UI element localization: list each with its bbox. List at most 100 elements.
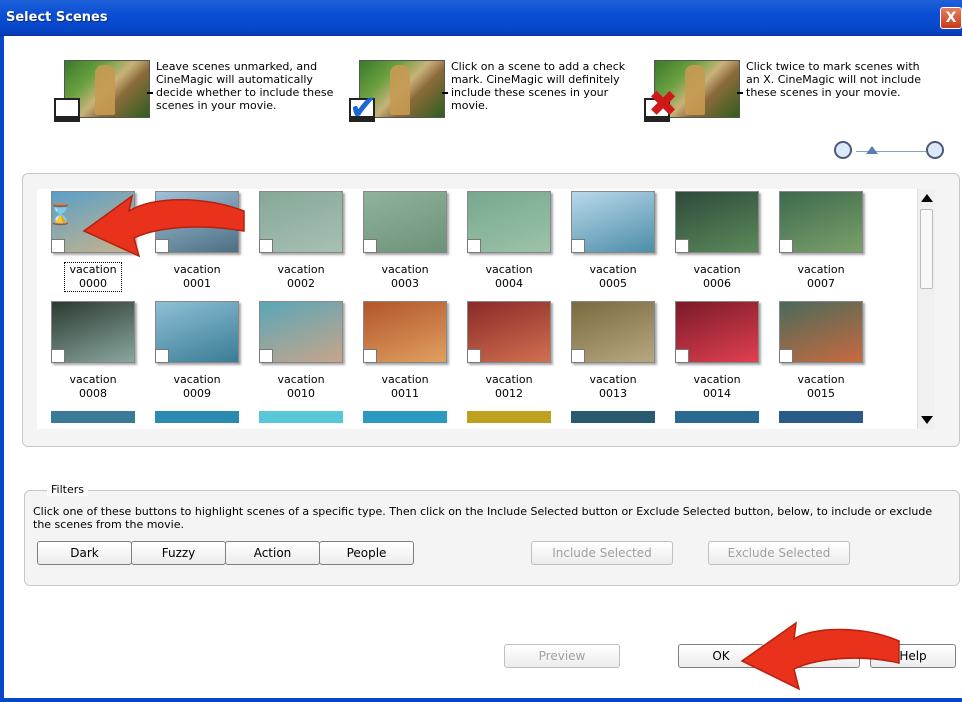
scene-item[interactable]: vacation 0014 (669, 301, 765, 407)
preview-button[interactable]: Preview (504, 644, 620, 668)
ok-button[interactable]: OK (678, 644, 764, 668)
scene-number: 0003 (391, 277, 419, 290)
scene-checkbox[interactable] (363, 349, 377, 363)
filter-fuzzy-button[interactable]: Fuzzy (131, 541, 226, 565)
scene-checkbox[interactable] (51, 349, 65, 363)
scene-number: 0013 (599, 387, 627, 400)
scene-number: 0000 (79, 277, 107, 290)
scene-thumbnail-partial[interactable] (779, 411, 863, 423)
scene-number: 0011 (391, 387, 419, 400)
scene-item[interactable]: vacation 0013 (565, 301, 661, 407)
scene-item[interactable]: vacation 0010 (253, 301, 349, 407)
dialog-body: Leave scenes unmarked, and CineMagic wil… (0, 36, 962, 702)
scene-name: vacation (797, 373, 845, 386)
scene-item[interactable]: vacation 0009 (149, 301, 245, 407)
scene-name: vacation (693, 373, 741, 386)
scene-label: vacation 0013 (565, 373, 661, 401)
scene-thumbnail-partial[interactable] (363, 411, 447, 423)
scene-item[interactable]: vacation 0015 (773, 301, 869, 407)
cancel-button[interactable]: Cancel (774, 644, 860, 668)
legend-excluded: ✖ Click twice to mark scenes with an X. … (642, 58, 942, 128)
scene-checkbox[interactable] (571, 349, 585, 363)
scene-item[interactable]: vacation 0007 (773, 191, 869, 297)
hourglass-icon: ⌛ (48, 202, 73, 226)
scene-item[interactable]: vacation 0005 (565, 191, 661, 297)
scene-number: 0005 (599, 277, 627, 290)
scene-name: vacation (69, 263, 117, 276)
zoom-in-icon[interactable] (926, 141, 944, 159)
scene-number: 0014 (703, 387, 731, 400)
scroll-up-icon[interactable] (921, 194, 933, 202)
exclude-selected-button[interactable]: Exclude Selected (708, 541, 850, 565)
help-button[interactable]: Help (870, 644, 956, 668)
scene-name: vacation (589, 263, 637, 276)
scene-label: vacation 0004 (461, 263, 557, 291)
scene-label: vacation 0011 (357, 373, 453, 401)
zoom-out-icon[interactable] (834, 141, 852, 159)
scene-checkbox[interactable] (675, 239, 689, 253)
scene-label: vacation 0005 (565, 263, 661, 291)
scene-checkbox[interactable] (155, 349, 169, 363)
legend-text: Leave scenes unmarked, and CineMagic wil… (156, 60, 334, 112)
scene-thumbnail-partial[interactable] (467, 411, 551, 423)
zoom-slider[interactable] (834, 141, 954, 161)
legend-thumbnail: ✔ (347, 58, 447, 128)
title-bar: Select Scenes X (0, 0, 962, 36)
scene-name: vacation (381, 373, 429, 386)
scene-checkbox[interactable] (571, 239, 585, 253)
filter-people-button[interactable]: People (319, 541, 414, 565)
scene-item[interactable]: vacation 0001 (149, 191, 245, 297)
scene-number: 0007 (807, 277, 835, 290)
scene-item[interactable]: vacation 0008 (45, 301, 141, 407)
scene-checkbox[interactable] (467, 349, 481, 363)
scene-number: 0008 (79, 387, 107, 400)
close-icon: X (945, 10, 957, 26)
scene-thumbnail-partial[interactable] (155, 411, 239, 423)
scene-label: vacation 0000 (64, 262, 122, 292)
window-title: Select Scenes (6, 10, 108, 25)
zoom-thumb[interactable] (866, 146, 878, 154)
scene-label: vacation 0006 (669, 263, 765, 291)
scene-thumbnail-partial[interactable] (675, 411, 759, 423)
scene-label: vacation 0007 (773, 263, 869, 291)
scene-item[interactable]: vacation 0011 (357, 301, 453, 407)
scene-thumbnail-partial[interactable] (571, 411, 655, 423)
scene-item[interactable]: vacation 0002 (253, 191, 349, 297)
scene-item[interactable]: vacation 0004 (461, 191, 557, 297)
scene-number: 0015 (807, 387, 835, 400)
scene-item[interactable]: vacation 0012 (461, 301, 557, 407)
scene-number: 0002 (287, 277, 315, 290)
scene-label: vacation 0009 (149, 373, 245, 401)
scene-name: vacation (485, 373, 533, 386)
close-button[interactable]: X (940, 7, 962, 29)
scene-checkbox[interactable] (467, 239, 481, 253)
scene-checkbox[interactable] (779, 349, 793, 363)
scene-name: vacation (277, 263, 325, 276)
scene-checkbox[interactable] (51, 239, 65, 253)
include-selected-button[interactable]: Include Selected (531, 541, 673, 565)
scroll-down-icon[interactable] (921, 416, 933, 424)
scene-thumbnail-partial[interactable] (259, 411, 343, 423)
scene-checkbox[interactable] (363, 239, 377, 253)
scene-number: 0004 (495, 277, 523, 290)
scene-number: 0012 (495, 387, 523, 400)
vertical-scrollbar[interactable] (917, 189, 935, 429)
scene-name: vacation (173, 373, 221, 386)
scene-item[interactable]: vacation 0003 (357, 191, 453, 297)
scene-name: vacation (485, 263, 533, 276)
checkmark-icon: ✔ (349, 88, 378, 128)
legend-text: Click on a scene to add a check mark. Ci… (451, 60, 626, 112)
scene-checkbox[interactable] (259, 349, 273, 363)
scene-checkbox[interactable] (259, 239, 273, 253)
scene-thumbnail-partial[interactable] (51, 411, 135, 423)
filter-action-button[interactable]: Action (225, 541, 320, 565)
filters-legend: Filters (47, 483, 88, 496)
filter-dark-button[interactable]: Dark (37, 541, 132, 565)
legend-checked: ✔ Click on a scene to add a check mark. … (347, 58, 647, 128)
scene-name: vacation (69, 373, 117, 386)
scene-checkbox[interactable] (779, 239, 793, 253)
scene-checkbox[interactable] (155, 239, 169, 253)
scene-checkbox[interactable] (675, 349, 689, 363)
scene-item[interactable]: vacation 0006 (669, 191, 765, 297)
scroll-thumb[interactable] (920, 209, 933, 289)
